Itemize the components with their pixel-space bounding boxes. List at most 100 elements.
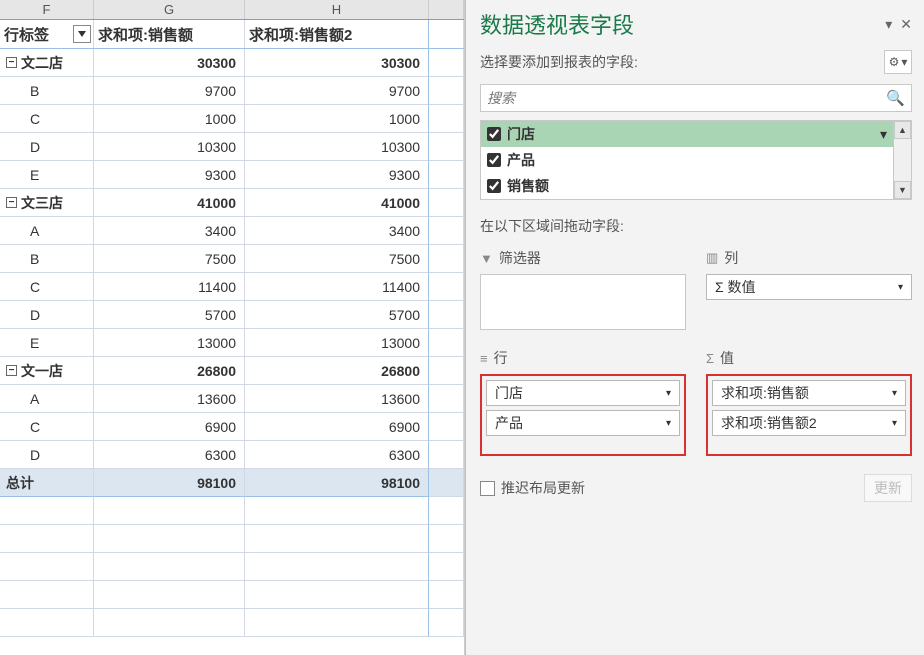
chevron-down-icon[interactable]: ▾: [880, 126, 887, 143]
empty-cell[interactable]: [94, 609, 245, 637]
row-label-cell[interactable]: E: [0, 161, 94, 189]
panel-layout-options-button[interactable]: ⚙ ▾: [884, 50, 912, 74]
filters-drop-zone[interactable]: [480, 274, 686, 330]
collapse-icon[interactable]: −: [6, 197, 17, 208]
col-header-H[interactable]: H: [245, 0, 429, 19]
value1-cell[interactable]: 9300: [94, 161, 245, 189]
value2-cell[interactable]: 10300: [245, 133, 429, 161]
empty-cell[interactable]: [245, 553, 429, 581]
row-label-cell[interactable]: −文一店: [0, 357, 94, 385]
row-labels-header[interactable]: 行标签: [0, 20, 94, 48]
field-item[interactable]: 销售额: [481, 173, 893, 199]
value1-cell[interactable]: 1000: [94, 105, 245, 133]
value1-cell[interactable]: 6900: [94, 413, 245, 441]
search-icon[interactable]: 🔍: [886, 89, 905, 107]
value2-cell[interactable]: 3400: [245, 217, 429, 245]
col-header-I[interactable]: [429, 0, 464, 19]
empty-cell[interactable]: [0, 553, 94, 581]
value2-cell[interactable]: 7500: [245, 245, 429, 273]
empty-cell[interactable]: [94, 497, 245, 525]
defer-layout-checkbox[interactable]: 推迟布局更新: [480, 478, 585, 498]
sum1-header[interactable]: 求和项:销售额: [94, 20, 245, 48]
value1-cell[interactable]: 26800: [94, 357, 245, 385]
panel-close-icon[interactable]: ✕: [900, 16, 912, 33]
value1-cell[interactable]: 10300: [94, 133, 245, 161]
empty-cell[interactable]: [245, 581, 429, 609]
row-labels-filter-button[interactable]: [73, 25, 91, 43]
value1-cell[interactable]: 6300: [94, 441, 245, 469]
values-area[interactable]: Σ值 求和项:销售额▾求和项:销售额2▾: [706, 348, 912, 456]
row-label-cell[interactable]: B: [0, 77, 94, 105]
chevron-down-icon[interactable]: ▾: [898, 282, 903, 293]
row-label-cell[interactable]: C: [0, 413, 94, 441]
empty-cell[interactable]: [429, 553, 464, 581]
value1-cell[interactable]: 5700: [94, 301, 245, 329]
grand-total-label[interactable]: 总计: [0, 469, 94, 497]
area-field-pill[interactable]: 求和项:销售额2▾: [712, 410, 906, 436]
empty-cell[interactable]: [429, 525, 464, 553]
area-field-pill[interactable]: Σ 数值▾: [706, 274, 912, 300]
value1-cell[interactable]: 9700: [94, 77, 245, 105]
value2-cell[interactable]: 6300: [245, 441, 429, 469]
value2-cell[interactable]: 26800: [245, 357, 429, 385]
empty-cell[interactable]: [0, 525, 94, 553]
field-checkbox[interactable]: [487, 127, 501, 141]
chevron-down-icon[interactable]: ▾: [666, 418, 671, 429]
row-label-cell[interactable]: D: [0, 441, 94, 469]
scroll-down-icon[interactable]: ▼: [894, 181, 911, 199]
value1-cell[interactable]: 11400: [94, 273, 245, 301]
grand-total-v2[interactable]: 98100: [245, 469, 429, 497]
panel-options-caret[interactable]: ▾: [885, 16, 892, 33]
value1-cell[interactable]: 30300: [94, 49, 245, 77]
row-label-cell[interactable]: D: [0, 301, 94, 329]
field-search-box[interactable]: 🔍: [480, 84, 912, 112]
col-header-G[interactable]: G: [94, 0, 245, 19]
columns-drop-zone[interactable]: Σ 数值▾: [706, 274, 912, 322]
value2-cell[interactable]: 30300: [245, 49, 429, 77]
empty-cell[interactable]: [0, 581, 94, 609]
value2-cell[interactable]: 9300: [245, 161, 429, 189]
empty-cell[interactable]: [94, 525, 245, 553]
value1-cell[interactable]: 13000: [94, 329, 245, 357]
value2-cell[interactable]: 13600: [245, 385, 429, 413]
area-field-pill[interactable]: 求和项:销售额▾: [712, 380, 906, 406]
scroll-up-icon[interactable]: ▲: [894, 121, 911, 139]
collapse-icon[interactable]: −: [6, 365, 17, 376]
filters-area[interactable]: ▼筛选器: [480, 248, 686, 330]
value2-cell[interactable]: 9700: [245, 77, 429, 105]
row-label-cell[interactable]: E: [0, 329, 94, 357]
field-checkbox[interactable]: [487, 153, 501, 167]
row-label-cell[interactable]: D: [0, 133, 94, 161]
grand-total-v1[interactable]: 98100: [94, 469, 245, 497]
row-label-cell[interactable]: −文二店: [0, 49, 94, 77]
value2-cell[interactable]: 1000: [245, 105, 429, 133]
chevron-down-icon[interactable]: ▾: [892, 418, 897, 429]
empty-cell[interactable]: [429, 497, 464, 525]
rows-drop-zone[interactable]: 门店▾产品▾: [480, 374, 686, 456]
value1-cell[interactable]: 3400: [94, 217, 245, 245]
field-list-scrollbar[interactable]: ▲ ▼: [893, 121, 911, 199]
field-checkbox[interactable]: [487, 179, 501, 193]
area-field-pill[interactable]: 产品▾: [486, 410, 680, 436]
col-header-F[interactable]: F: [0, 0, 94, 19]
empty-cell[interactable]: [429, 581, 464, 609]
row-label-cell[interactable]: −文三店: [0, 189, 94, 217]
empty-cell[interactable]: [245, 609, 429, 637]
empty-cell[interactable]: [429, 609, 464, 637]
sum2-header[interactable]: 求和项:销售额2: [245, 20, 429, 48]
empty-cell[interactable]: [94, 581, 245, 609]
chevron-down-icon[interactable]: ▾: [892, 388, 897, 399]
chevron-down-icon[interactable]: ▾: [666, 388, 671, 399]
values-drop-zone[interactable]: 求和项:销售额▾ 求和项:销售额2▾: [706, 374, 912, 456]
empty-cell[interactable]: [0, 497, 94, 525]
value2-cell[interactable]: 41000: [245, 189, 429, 217]
row-label-cell[interactable]: A: [0, 217, 94, 245]
columns-area[interactable]: ▥列 Σ 数值▾: [706, 248, 912, 330]
value1-cell[interactable]: 41000: [94, 189, 245, 217]
field-item[interactable]: 产品: [481, 147, 893, 173]
field-item[interactable]: 门店▾: [481, 121, 893, 147]
empty-cell[interactable]: [245, 525, 429, 553]
collapse-icon[interactable]: −: [6, 57, 17, 68]
empty-cell[interactable]: [245, 497, 429, 525]
value2-cell[interactable]: 13000: [245, 329, 429, 357]
